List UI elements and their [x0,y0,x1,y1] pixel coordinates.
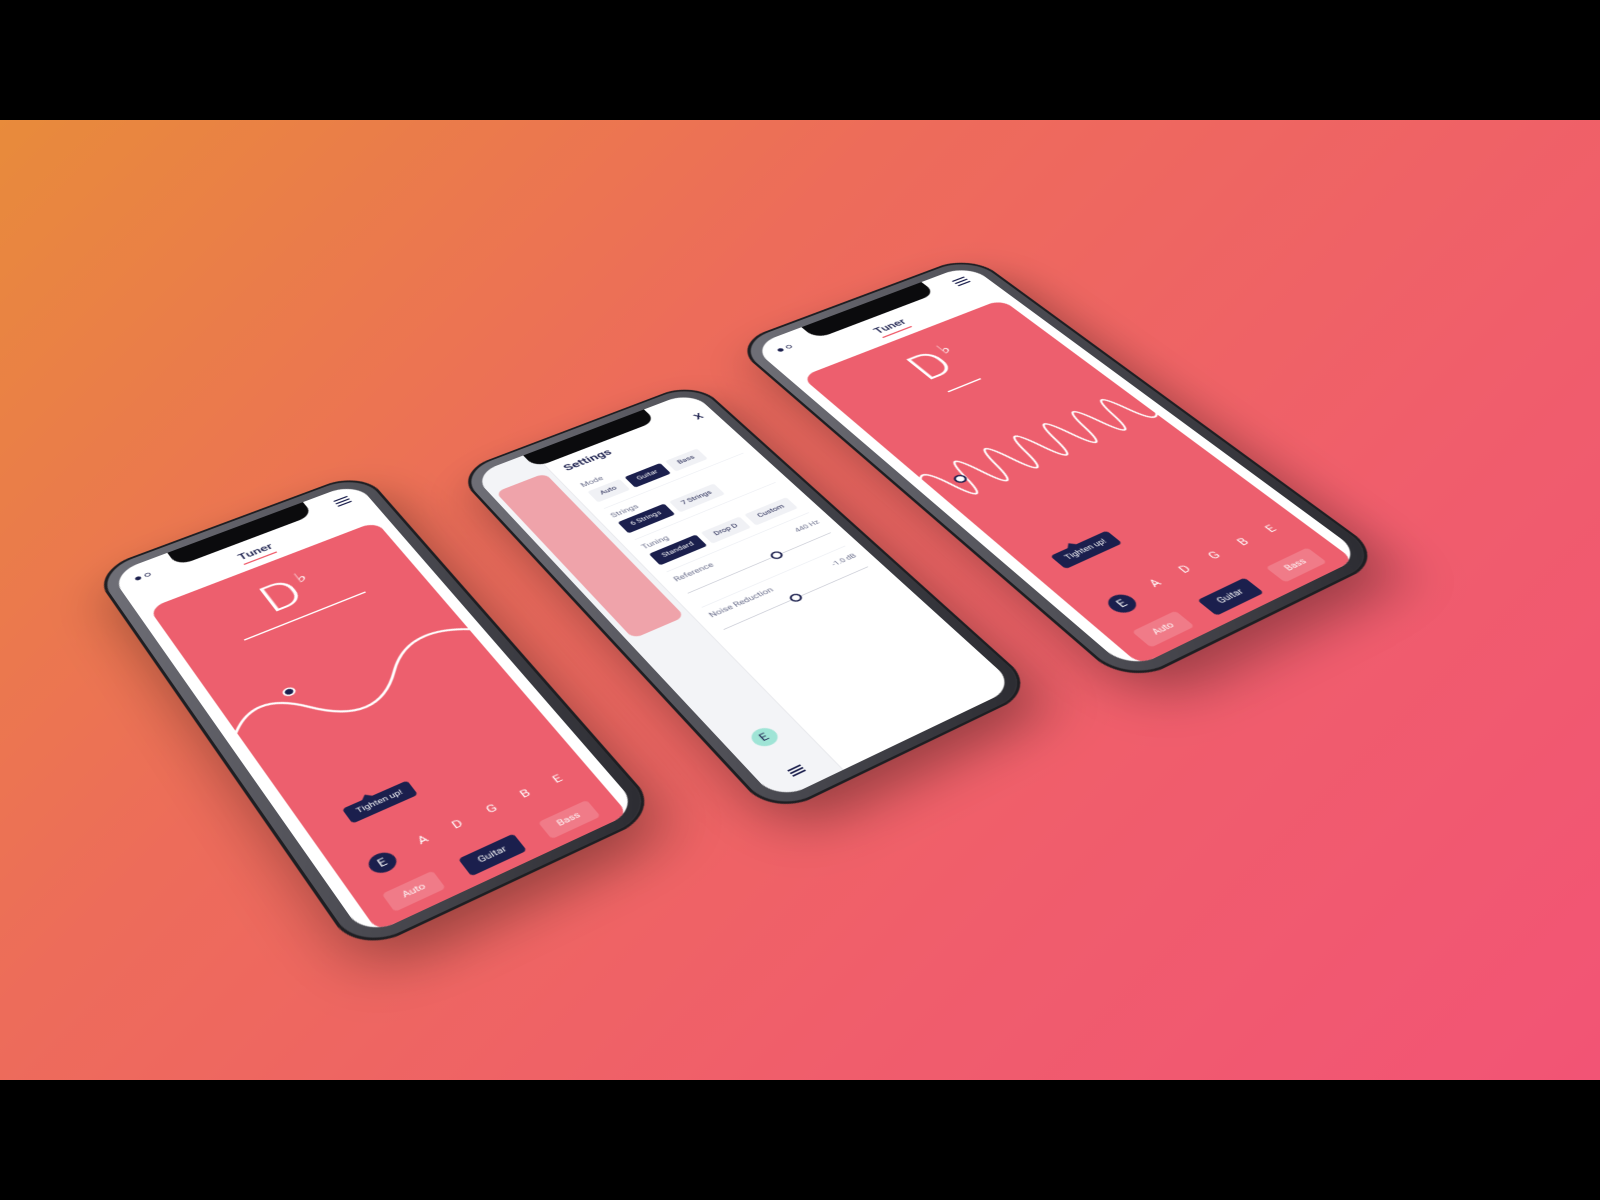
pitch-indicator [281,686,298,698]
string-a[interactable]: A [1146,577,1171,595]
page-dots [134,572,151,581]
string-e-high[interactable]: E [550,773,570,792]
note-letter: D [895,344,967,389]
string-b2[interactable]: B [1234,536,1259,553]
mode-row: Auto Guitar Bass [359,790,622,923]
preview-menu-icon [787,765,806,777]
string-row: E A D G B E [336,761,596,889]
string-e-low[interactable]: E [1102,591,1141,616]
close-icon[interactable]: X [692,412,707,422]
mockup-stage: Tuner D♭ Tighten up! E A D G [0,120,1600,1080]
tuning-tooltip: Tighten up! [342,780,418,823]
tuning-tooltip: Tighten up! [1050,531,1122,570]
mode-row: Auto Guitar Bass [1112,539,1345,657]
pitch-indicator [951,473,969,484]
noise-slider[interactable] [788,592,805,603]
mode-auto[interactable]: Auto [1132,611,1195,648]
mode-bass[interactable]: Bass [1265,548,1326,583]
